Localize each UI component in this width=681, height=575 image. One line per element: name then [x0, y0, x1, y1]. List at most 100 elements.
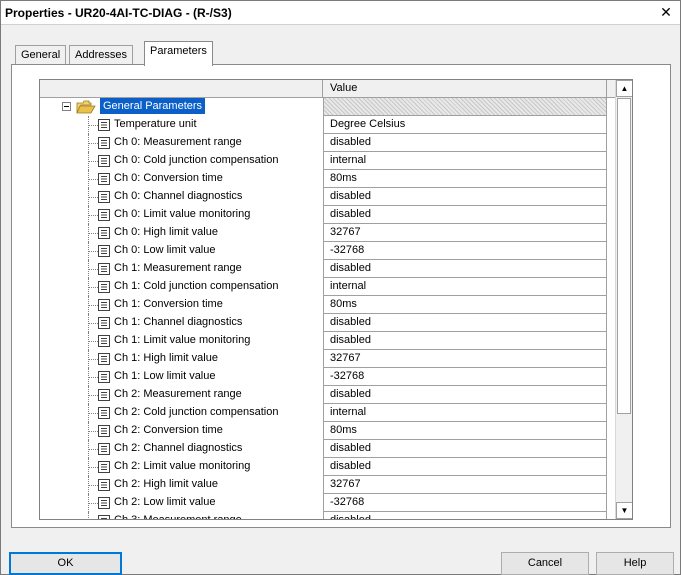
parameter-value[interactable]: internal [323, 278, 607, 296]
tree-line [89, 251, 98, 252]
parameter-value[interactable]: -32768 [323, 242, 607, 260]
parameter-value[interactable]: 80ms [323, 422, 607, 440]
parameter-value[interactable]: disabled [323, 386, 607, 404]
parameter-value[interactable]: 32767 [323, 476, 607, 494]
parameter-row[interactable]: Temperature unit Degree Celsius [40, 116, 615, 134]
tree-line [89, 143, 98, 144]
parameter-value[interactable]: disabled [323, 512, 607, 519]
parameter-name: Ch 1: Cold junction compensation [114, 280, 279, 292]
parameter-icon [98, 227, 110, 239]
parameter-value[interactable]: 80ms [323, 296, 607, 314]
parameter-value[interactable]: 80ms [323, 170, 607, 188]
parameter-value[interactable]: Degree Celsius [323, 116, 607, 134]
tab-addresses[interactable]: Addresses [69, 45, 133, 65]
ok-button[interactable]: OK [9, 552, 122, 575]
parameter-row[interactable]: Ch 0: High limit value 32767 [40, 224, 615, 242]
parameter-value[interactable]: -32768 [323, 494, 607, 512]
parameter-icon [98, 497, 110, 509]
parameter-name: Ch 1: Channel diagnostics [114, 316, 243, 328]
parameter-icon [98, 407, 110, 419]
parameter-name: Ch 0: Channel diagnostics [114, 190, 243, 202]
tree-line [89, 467, 98, 468]
scroll-up-icon[interactable]: ▲ [616, 80, 632, 97]
scroll-down-icon[interactable]: ▼ [616, 502, 632, 519]
parameter-icon [98, 209, 110, 221]
help-button[interactable]: Help [596, 552, 674, 575]
parameter-row[interactable]: Ch 0: Measurement range disabled [40, 134, 615, 152]
tree-line [89, 179, 98, 180]
parameter-row[interactable]: Ch 2: Channel diagnostics disabled [40, 440, 615, 458]
parameter-icon [98, 137, 110, 149]
parameter-row[interactable]: Ch 2: Limit value monitoring disabled [40, 458, 615, 476]
parameter-row[interactable]: Ch 0: Conversion time 80ms [40, 170, 615, 188]
tree-line [89, 323, 98, 324]
parameter-name: Ch 1: Conversion time [114, 298, 223, 310]
parameter-name: Ch 2: High limit value [114, 478, 218, 490]
group-value-cell [323, 98, 607, 116]
parameter-value[interactable]: disabled [323, 260, 607, 278]
parameter-icon [98, 191, 110, 203]
tree-line [89, 359, 98, 360]
parameter-row[interactable]: Ch 2: Low limit value -32768 [40, 494, 615, 512]
parameter-value[interactable]: disabled [323, 332, 607, 350]
name-column-header[interactable] [40, 80, 323, 97]
parameter-value[interactable]: disabled [323, 314, 607, 332]
parameter-name: Ch 2: Measurement range [114, 388, 242, 400]
parameter-name: Ch 3: Measurement range [114, 514, 242, 520]
tree-line [89, 377, 98, 378]
parameter-name: Ch 1: Limit value monitoring [114, 334, 251, 346]
parameter-row[interactable]: Ch 1: Low limit value -32768 [40, 368, 615, 386]
scrollbar-thumb[interactable] [617, 98, 631, 414]
parameter-row[interactable]: Ch 2: Measurement range disabled [40, 386, 615, 404]
parameter-row[interactable]: Ch 1: High limit value 32767 [40, 350, 615, 368]
value-column-header[interactable]: Value [330, 82, 357, 94]
parameter-icon [98, 389, 110, 401]
parameter-value[interactable]: disabled [323, 134, 607, 152]
dialog-title: Properties - UR20-4AI-TC-DIAG - (R-/S3) [5, 6, 232, 20]
parameter-icon [98, 353, 110, 365]
collapse-icon[interactable] [62, 102, 71, 111]
parameter-value[interactable]: internal [323, 152, 607, 170]
parameter-icon [98, 371, 110, 383]
parameter-tree: Value General Parameters Temperature uni… [39, 79, 633, 520]
tab-parameters[interactable]: Parameters [144, 41, 213, 66]
parameter-row[interactable]: Ch 1: Cold junction compensation internal [40, 278, 615, 296]
parameter-row[interactable]: Ch 2: High limit value 32767 [40, 476, 615, 494]
parameter-row[interactable]: Ch 0: Low limit value -32768 [40, 242, 615, 260]
parameter-row[interactable]: Ch 1: Conversion time 80ms [40, 296, 615, 314]
cancel-button[interactable]: Cancel [501, 552, 589, 575]
close-icon[interactable]: ✕ [658, 4, 674, 20]
parameter-value[interactable]: 32767 [323, 224, 607, 242]
parameters-panel: Value General Parameters Temperature uni… [11, 64, 671, 528]
parameter-icon [98, 443, 110, 455]
tab-general[interactable]: General [15, 45, 67, 65]
parameter-value[interactable]: disabled [323, 440, 607, 458]
parameter-row[interactable]: Ch 1: Measurement range disabled [40, 260, 615, 278]
tree-line [89, 413, 98, 414]
parameter-value[interactable]: disabled [323, 188, 607, 206]
parameter-row[interactable]: Ch 3: Measurement range disabled [40, 512, 615, 520]
parameter-icon [98, 173, 110, 185]
parameter-value[interactable]: 32767 [323, 350, 607, 368]
tree-line [89, 269, 98, 270]
properties-dialog: Properties - UR20-4AI-TC-DIAG - (R-/S3) … [0, 0, 681, 575]
tree-group-general-parameters[interactable]: General Parameters [40, 98, 615, 116]
vertical-scrollbar[interactable]: ▲ ▼ [615, 80, 632, 519]
parameter-icon [98, 155, 110, 167]
parameter-row[interactable]: Ch 1: Channel diagnostics disabled [40, 314, 615, 332]
parameter-value[interactable]: -32768 [323, 368, 607, 386]
open-folder-icon [76, 100, 96, 114]
title-bar[interactable]: Properties - UR20-4AI-TC-DIAG - (R-/S3) … [1, 1, 680, 25]
parameter-row[interactable]: Ch 2: Cold junction compensation internal [40, 404, 615, 422]
parameter-value[interactable]: disabled [323, 206, 607, 224]
parameter-row[interactable]: Ch 0: Cold junction compensation internal [40, 152, 615, 170]
parameter-row[interactable]: Ch 0: Limit value monitoring disabled [40, 206, 615, 224]
parameter-name: Ch 2: Channel diagnostics [114, 442, 243, 454]
tree-line [89, 449, 98, 450]
parameter-row[interactable]: Ch 1: Limit value monitoring disabled [40, 332, 615, 350]
parameter-value[interactable]: internal [323, 404, 607, 422]
parameter-row[interactable]: Ch 2: Conversion time 80ms [40, 422, 615, 440]
parameter-row[interactable]: Ch 0: Channel diagnostics disabled [40, 188, 615, 206]
parameter-icon [98, 461, 110, 473]
parameter-value[interactable]: disabled [323, 458, 607, 476]
